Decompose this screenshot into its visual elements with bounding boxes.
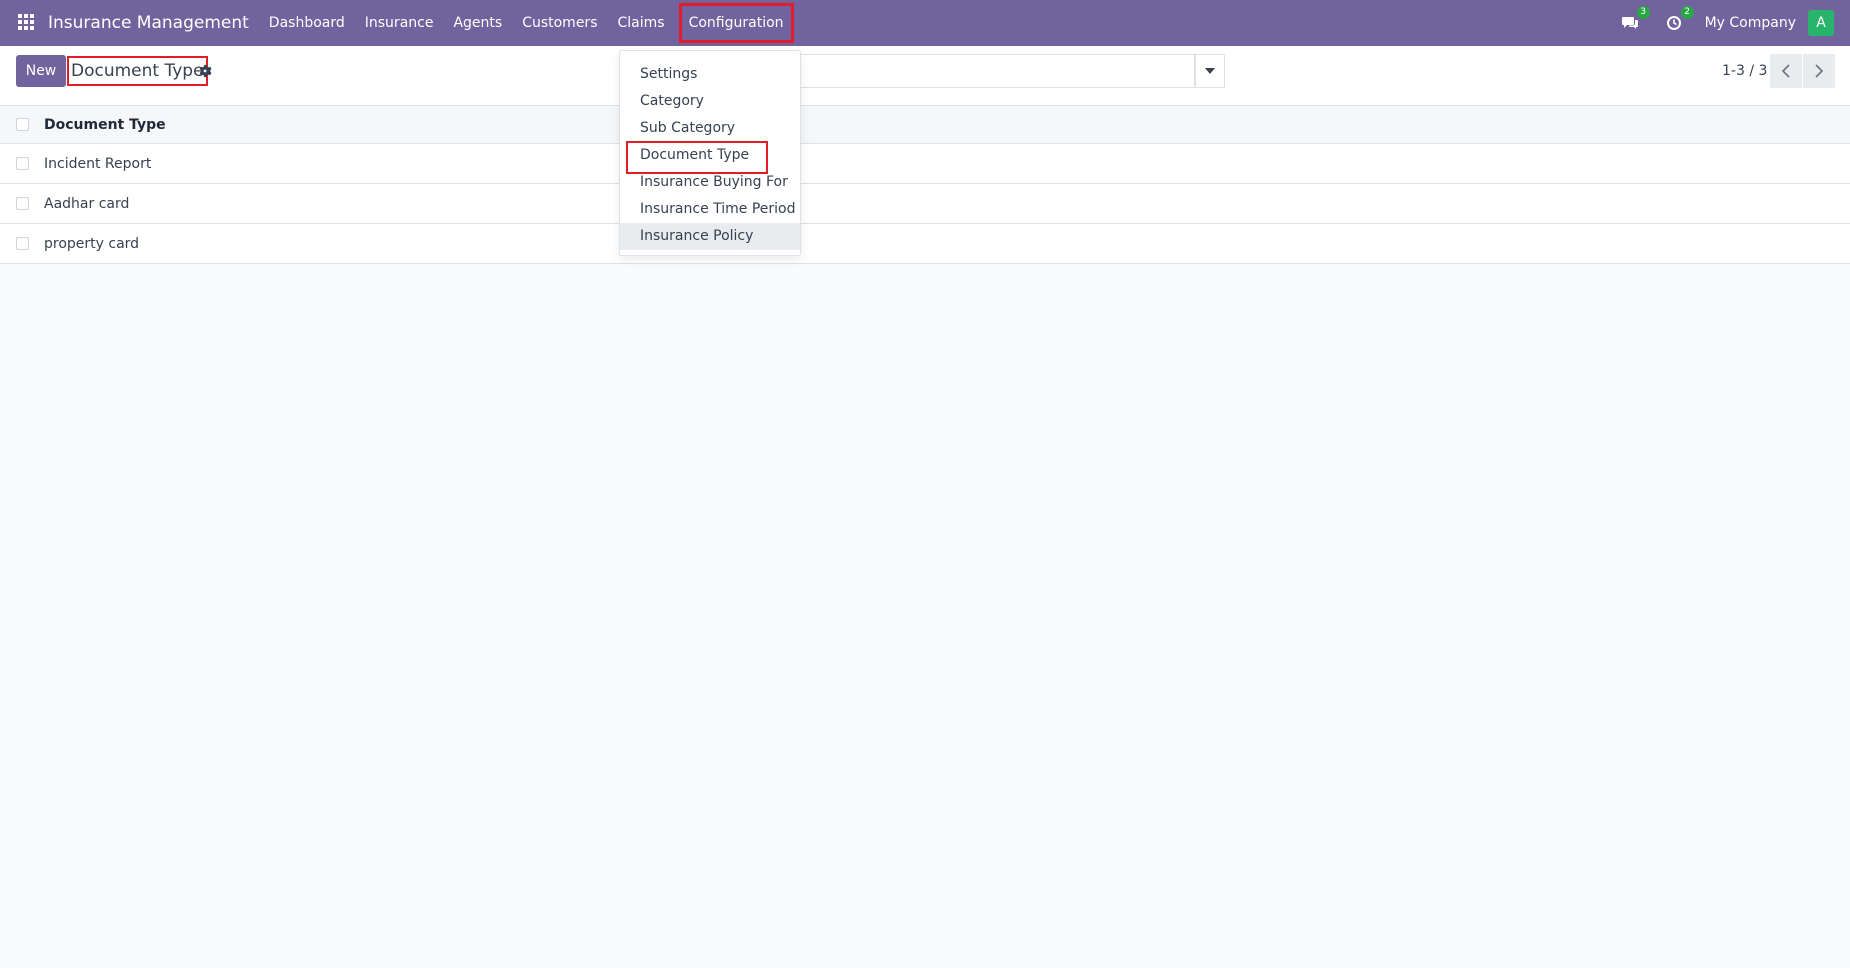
row-checkbox[interactable] — [16, 237, 29, 250]
search-input[interactable] — [798, 55, 1194, 87]
pager-value[interactable]: 1-3 / 3 — [1722, 63, 1767, 79]
search-options-toggle[interactable] — [1195, 54, 1225, 88]
dropdown-item-insurance-time-period[interactable]: Insurance Time Period — [620, 196, 800, 223]
menu-claims[interactable]: Claims — [608, 0, 675, 46]
dropdown-item-document-type[interactable]: Document Type — [620, 141, 800, 174]
messages-button[interactable]: 3 — [1617, 6, 1650, 36]
menu-agents[interactable]: Agents — [443, 0, 512, 46]
pager-next-button[interactable] — [1803, 54, 1835, 88]
dropdown-item-category[interactable]: Category — [620, 88, 800, 115]
pager-previous-button[interactable] — [1770, 54, 1802, 88]
apps-grid-icon[interactable] — [18, 14, 36, 32]
column-header-document-type[interactable]: Document Type — [44, 117, 166, 133]
user-avatar[interactable]: A — [1808, 10, 1834, 36]
list-view: Document Type Incident Report Aadhar car… — [0, 106, 1850, 264]
table-row[interactable]: Aadhar card — [0, 184, 1850, 224]
menu-insurance[interactable]: Insurance — [355, 0, 444, 46]
top-navbar: Insurance Management Dashboard Insurance… — [0, 0, 1850, 46]
row-checkbox[interactable] — [16, 197, 29, 210]
activities-button[interactable]: 2 — [1661, 6, 1694, 36]
new-button[interactable]: New — [16, 55, 66, 87]
chevron-right-icon — [1815, 64, 1824, 78]
dropdown-item-sub-category[interactable]: Sub Category — [620, 115, 800, 142]
configuration-dropdown: Settings Category Sub Category Document … — [619, 50, 801, 256]
list-header: Document Type — [0, 106, 1850, 144]
dropdown-item-insurance-policy[interactable]: Insurance Policy — [620, 223, 800, 250]
caret-down-icon — [1205, 68, 1215, 74]
control-panel: New Document Type 1-3 / 3 — [0, 46, 1850, 106]
chevron-left-icon — [1781, 64, 1790, 78]
chat-icon — [1621, 17, 1638, 29]
gear-icon[interactable] — [198, 64, 212, 78]
row-document-type: Incident Report — [44, 155, 152, 172]
table-row[interactable]: Incident Report — [0, 144, 1850, 184]
row-checkbox[interactable] — [16, 157, 29, 170]
menu-dashboard[interactable]: Dashboard — [259, 0, 355, 46]
breadcrumb-title: Document Type — [67, 56, 208, 86]
table-row[interactable]: property card — [0, 224, 1850, 264]
activities-count-badge: 2 — [1680, 6, 1694, 19]
row-document-type: Aadhar card — [44, 195, 130, 212]
clock-icon — [1666, 16, 1681, 30]
menu-configuration[interactable]: Configuration — [678, 3, 794, 43]
messages-count-badge: 3 — [1636, 6, 1650, 19]
search-box — [797, 54, 1195, 88]
dropdown-item-settings[interactable]: Settings — [620, 61, 800, 88]
company-switcher[interactable]: My Company — [1705, 15, 1796, 31]
app-brand[interactable]: Insurance Management — [48, 13, 249, 33]
menu-customers[interactable]: Customers — [512, 0, 607, 46]
systray: 3 2 My Company A — [1617, 0, 1834, 46]
row-document-type: property card — [44, 235, 140, 252]
select-all-checkbox[interactable] — [16, 118, 29, 131]
